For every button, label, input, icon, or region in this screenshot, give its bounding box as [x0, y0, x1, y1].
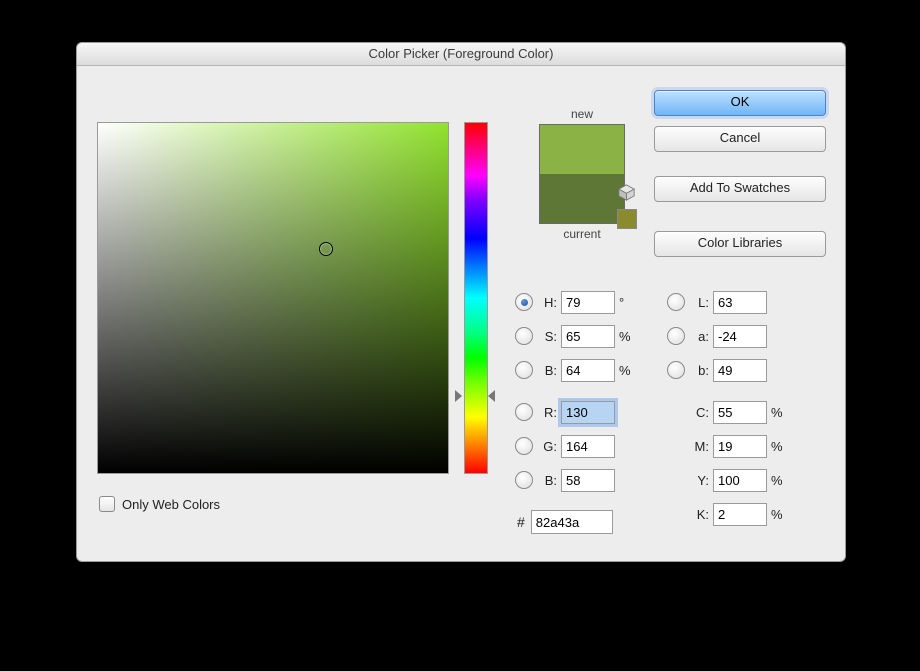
color-field[interactable]	[97, 122, 449, 474]
lab-b-label: b:	[689, 363, 709, 378]
web-colors-checkbox[interactable]	[99, 496, 115, 512]
saturation-unit: %	[619, 329, 633, 344]
hue-arrow-left-icon	[455, 390, 462, 402]
lab-a-row: a:	[667, 322, 767, 350]
color-picker-window: Color Picker (Foreground Color) new curr…	[76, 42, 846, 562]
black-input[interactable]	[713, 503, 767, 526]
hex-row: #	[517, 510, 613, 534]
current-label: current	[517, 227, 647, 241]
blue-row: B:	[515, 466, 615, 494]
red-label: R:	[537, 405, 557, 420]
brightness-unit: %	[619, 363, 633, 378]
green-input[interactable]	[561, 435, 615, 458]
magenta-unit: %	[771, 439, 785, 454]
lab-l-row: L:	[667, 288, 767, 316]
blue-radio[interactable]	[515, 471, 533, 489]
web-safe-swatch[interactable]	[617, 209, 637, 229]
green-label: G:	[537, 439, 557, 454]
red-input[interactable]	[561, 401, 615, 424]
new-color-swatch[interactable]	[540, 125, 624, 174]
cyan-input[interactable]	[713, 401, 767, 424]
brightness-row: B: %	[515, 356, 633, 384]
hex-input[interactable]	[531, 510, 613, 534]
add-to-swatches-button[interactable]: Add To Swatches	[654, 176, 826, 202]
cyan-row: C: %	[683, 398, 785, 426]
saturation-row: S: %	[515, 322, 633, 350]
red-row: R:	[515, 398, 615, 426]
yellow-input[interactable]	[713, 469, 767, 492]
hue-label: H:	[537, 295, 557, 310]
hex-label: #	[517, 514, 525, 530]
lab-a-input[interactable]	[713, 325, 767, 348]
hue-row: H: °	[515, 288, 633, 316]
saturation-label: S:	[537, 329, 557, 344]
current-color-swatch[interactable]	[540, 174, 624, 223]
magenta-input[interactable]	[713, 435, 767, 458]
hue-radio[interactable]	[515, 293, 533, 311]
black-row: K: %	[683, 500, 785, 528]
lab-l-input[interactable]	[713, 291, 767, 314]
brightness-input[interactable]	[561, 359, 615, 382]
cyan-label: C:	[683, 405, 709, 420]
saturation-input[interactable]	[561, 325, 615, 348]
hue-unit: °	[619, 295, 633, 310]
lab-a-radio[interactable]	[667, 327, 685, 345]
swatch-box	[539, 124, 625, 224]
web-colors-row: Only Web Colors	[99, 496, 220, 512]
magenta-label: M:	[683, 439, 709, 454]
window-title: Color Picker (Foreground Color)	[77, 43, 845, 66]
lab-l-radio[interactable]	[667, 293, 685, 311]
ok-button[interactable]: OK	[654, 90, 826, 116]
lab-b-radio[interactable]	[667, 361, 685, 379]
lab-l-label: L:	[689, 295, 709, 310]
brightness-label: B:	[537, 363, 557, 378]
hue-arrow-right-icon	[488, 390, 495, 402]
blue-label: B:	[537, 473, 557, 488]
value-gradient	[98, 123, 448, 473]
lab-a-label: a:	[689, 329, 709, 344]
lab-b-input[interactable]	[713, 359, 767, 382]
hue-slider[interactable]	[464, 122, 488, 474]
brightness-radio[interactable]	[515, 361, 533, 379]
color-field-cursor[interactable]	[319, 242, 333, 256]
window-content: new current OK Cancel Add To Swatches Co…	[77, 66, 845, 562]
saturation-radio[interactable]	[515, 327, 533, 345]
red-radio[interactable]	[515, 403, 533, 421]
black-unit: %	[771, 507, 785, 522]
yellow-row: Y: %	[683, 466, 785, 494]
cancel-button[interactable]: Cancel	[654, 126, 826, 152]
black-label: K:	[683, 507, 709, 522]
lab-b-row: b:	[667, 356, 767, 384]
magenta-row: M: %	[683, 432, 785, 460]
web-colors-label: Only Web Colors	[122, 497, 220, 512]
yellow-unit: %	[771, 473, 785, 488]
blue-input[interactable]	[561, 469, 615, 492]
green-row: G:	[515, 432, 615, 460]
hue-input[interactable]	[561, 291, 615, 314]
color-libraries-button[interactable]: Color Libraries	[654, 231, 826, 257]
yellow-label: Y:	[683, 473, 709, 488]
cyan-unit: %	[771, 405, 785, 420]
cube-icon[interactable]	[618, 184, 635, 201]
green-radio[interactable]	[515, 437, 533, 455]
new-label: new	[517, 107, 647, 121]
